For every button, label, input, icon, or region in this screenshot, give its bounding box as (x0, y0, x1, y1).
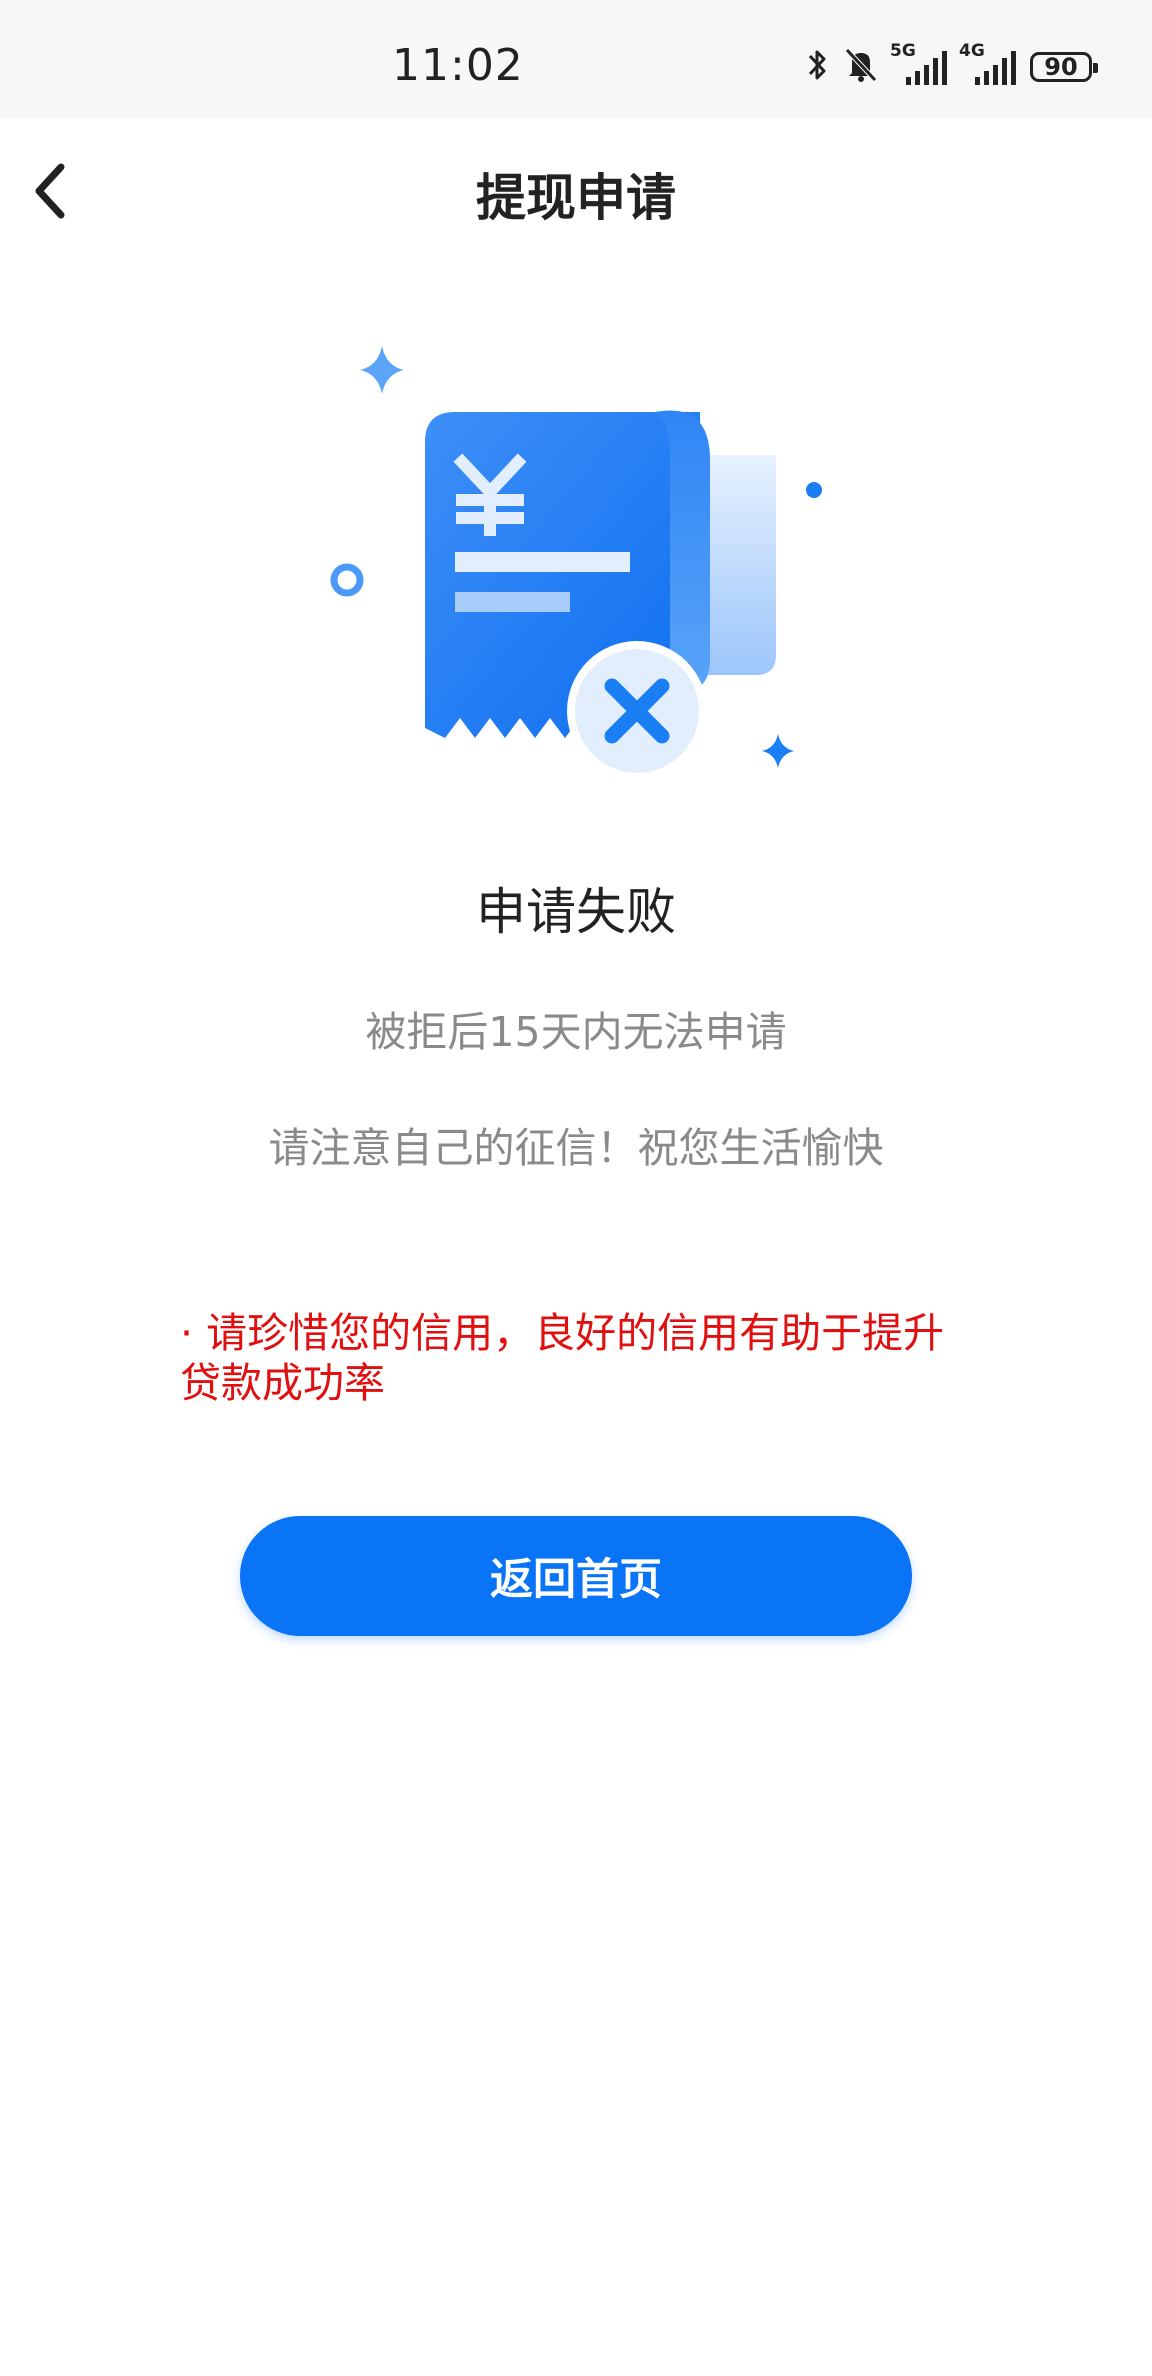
bell-muted-icon (844, 47, 878, 87)
back-home-button[interactable]: 返回首页 (240, 1516, 912, 1636)
failed-receipt-illustration (310, 330, 850, 800)
sparkle-icon (762, 734, 794, 768)
signal-4g-icon: 4G (959, 41, 1016, 85)
status-time: 11:02 (392, 40, 524, 91)
battery-level: 90 (1044, 53, 1078, 81)
network-4g-label: 4G (959, 41, 985, 61)
result-title: 申请失败 (476, 883, 676, 941)
sparkle-icon (360, 346, 404, 394)
status-bar: 11:02 5G 4G 90 (0, 0, 1152, 118)
battery-icon: 90 (1030, 52, 1098, 82)
page: 11:02 5G 4G 90 提现申请 申请失败 被拒后15天内无法申请 请注意… (0, 0, 1152, 2376)
bluetooth-icon (806, 47, 830, 87)
reject-notice: 被拒后15天内无法申请 (365, 1008, 787, 1056)
credit-tip: · 请珍惜您的信用，良好的信用有助于提升贷款成功率 (180, 1309, 945, 1407)
ring-icon (330, 563, 364, 597)
dot-icon (806, 482, 822, 498)
credit-notice: 请注意自己的征信！祝您生活愉快 (268, 1124, 884, 1172)
page-title: 提现申请 (476, 169, 676, 227)
status-icons: 5G 4G 90 (806, 41, 1098, 92)
nav-bar: 提现申请 (0, 118, 1152, 258)
signal-5g-icon: 5G (890, 41, 947, 85)
network-5g-label: 5G (890, 41, 916, 61)
